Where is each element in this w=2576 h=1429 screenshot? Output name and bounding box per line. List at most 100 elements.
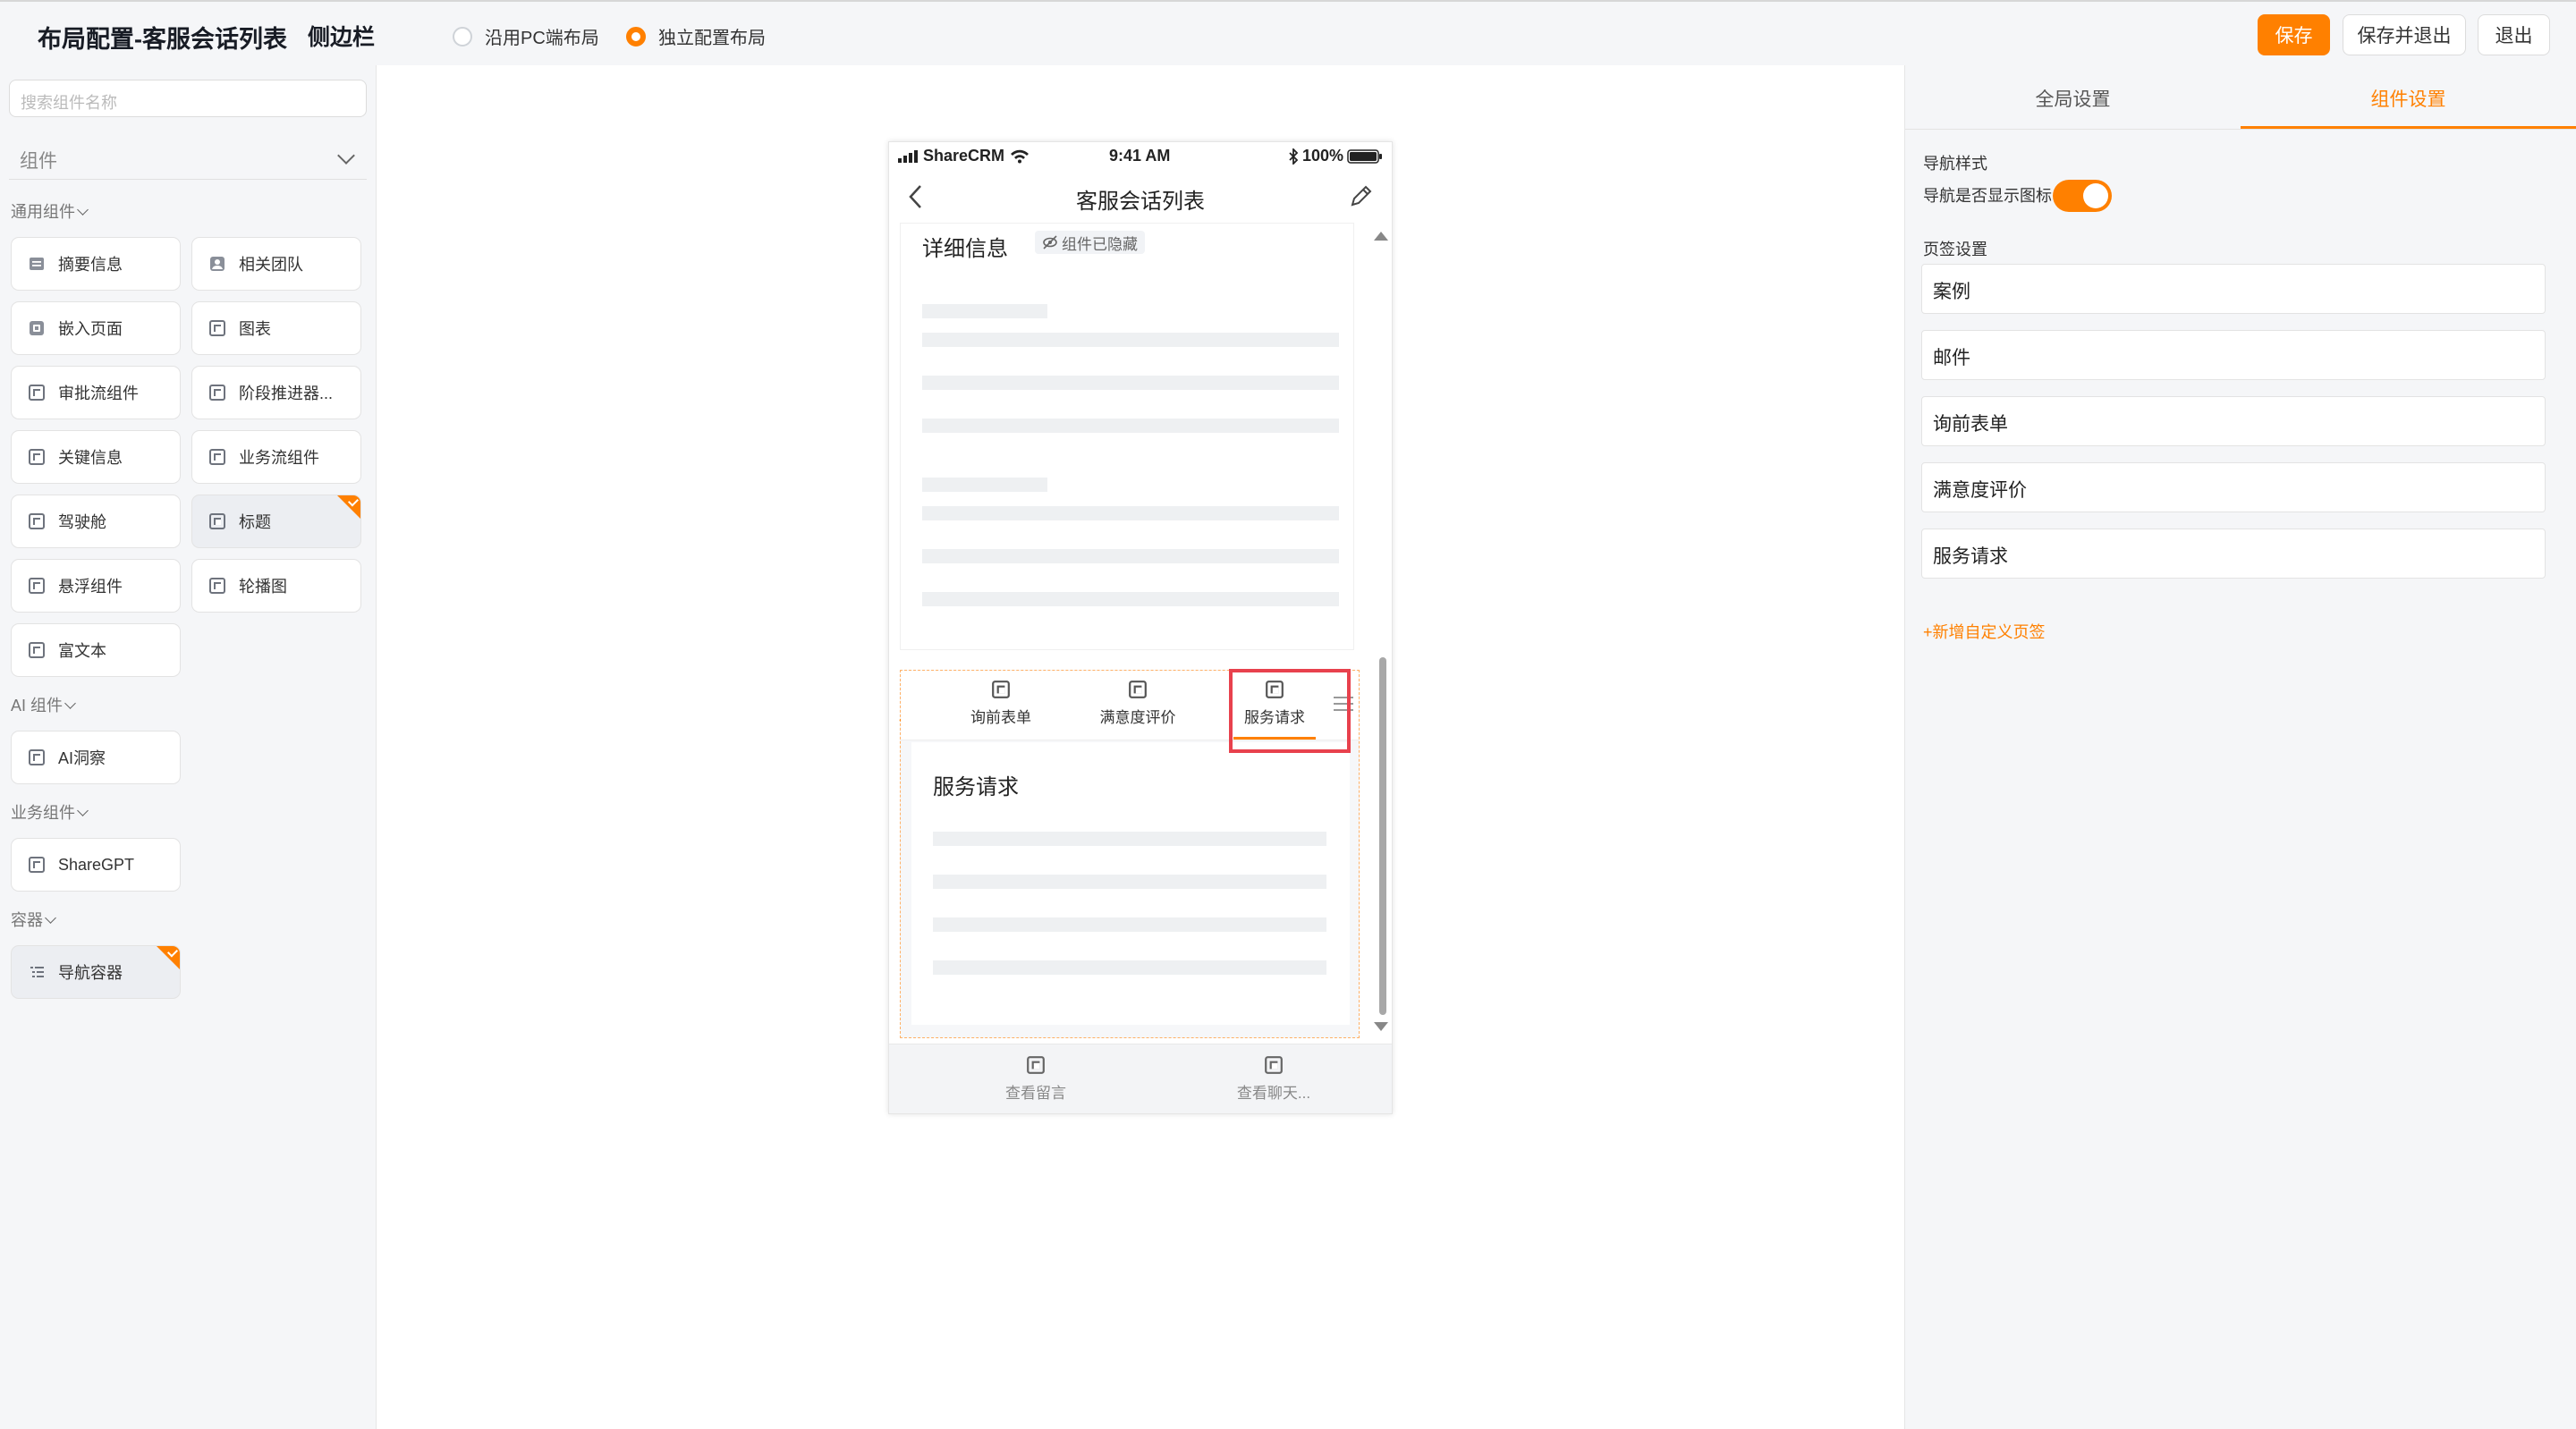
component-label: 摘要信息 — [58, 256, 123, 274]
save-button[interactable]: 保存 — [2258, 14, 2330, 55]
component-icon — [29, 857, 45, 873]
section-title: 详细信息 — [922, 237, 1008, 261]
radio-use-pc-layout[interactable]: 沿用PC端布局 — [453, 23, 599, 49]
component-label: 富文本 — [58, 642, 106, 660]
phone-bottom-bar: 查看留言 查看聊天... — [889, 1044, 1392, 1113]
nav-style-label: 导航样式 — [1923, 155, 1987, 173]
scrollbar-thumb[interactable] — [1379, 657, 1386, 1015]
radio-label: 独立配置布局 — [658, 29, 766, 48]
embed-icon — [30, 321, 44, 335]
component-approval-flow[interactable]: 审批流组件 — [11, 366, 181, 419]
detail-info-section[interactable]: 详细信息 组件已隐藏 — [900, 223, 1354, 650]
group-ai[interactable]: AI 组件 — [11, 693, 76, 716]
status-time: 9:41 AM — [1109, 147, 1171, 165]
skeleton-line — [933, 875, 1326, 889]
add-custom-tab-link[interactable]: +新增自定义页签 — [1923, 620, 2046, 643]
component-floating[interactable]: 悬浮组件 — [11, 559, 181, 613]
exit-button[interactable]: 退出 — [2478, 14, 2550, 55]
component-label: 嵌入页面 — [58, 320, 123, 338]
tab-field-email[interactable]: 邮件 — [1921, 330, 2546, 380]
tab-component-settings[interactable]: 组件设置 — [2241, 85, 2576, 129]
component-icon — [209, 578, 225, 594]
component-business-flow[interactable]: 业务流组件 — [191, 430, 361, 484]
added-check-icon — [157, 946, 180, 969]
radio-independent-layout[interactable]: 独立配置布局 — [626, 23, 766, 49]
component-ai-insight[interactable]: AI洞察 — [11, 731, 181, 784]
tab-pre-chat-form[interactable]: 询前表单 — [947, 680, 1055, 727]
component-label: 阶段推进器... — [239, 385, 334, 402]
component-label: 图表 — [239, 320, 271, 338]
tab-global-settings[interactable]: 全局设置 — [1905, 85, 2241, 112]
component-icon — [1265, 1056, 1283, 1074]
added-check-icon — [337, 495, 360, 519]
component-rich-text[interactable]: 富文本 — [11, 623, 181, 677]
chevron-down-icon — [45, 912, 56, 924]
bottom-button-label: 查看聊天... — [1236, 1085, 1311, 1102]
skeleton-line — [933, 960, 1326, 975]
skeleton-line — [922, 304, 1047, 318]
component-chart[interactable]: 图表 — [191, 301, 361, 355]
tab-panel: 服务请求 — [911, 742, 1350, 1025]
tab-satisfaction[interactable]: 满意度评价 — [1084, 680, 1191, 727]
skeleton-line — [933, 917, 1326, 932]
tab-field-case[interactable]: 案例 — [1921, 264, 2546, 314]
wifi-icon — [1011, 149, 1030, 163]
category-select[interactable]: 组件 — [9, 135, 367, 180]
component-key-info[interactable]: 关键信息 — [11, 430, 181, 484]
eye-hidden-icon — [1043, 235, 1057, 249]
radio-checked-icon — [626, 26, 646, 47]
component-label: 审批流组件 — [58, 385, 139, 402]
tab-label: 满意度评价 — [1099, 709, 1176, 726]
component-summary-info[interactable]: 摘要信息 — [11, 237, 181, 291]
tab-settings-label: 页签设置 — [1923, 241, 1987, 258]
phone-page-title: 客服会话列表 — [1076, 190, 1205, 214]
bottom-button-label: 查看留言 — [1005, 1085, 1066, 1102]
component-nav-container[interactable]: 导航容器 — [11, 945, 181, 999]
component-icon — [209, 320, 225, 336]
skeleton-line — [922, 592, 1339, 606]
show-icon-toggle[interactable] — [2053, 180, 2112, 212]
component-icon — [209, 385, 225, 401]
component-sharegpt[interactable]: ShareGPT — [11, 838, 181, 892]
component-embed-page[interactable]: 嵌入页面 — [11, 301, 181, 355]
tab-field-service-request[interactable]: 服务请求 — [1921, 528, 2546, 579]
group-business[interactable]: 业务组件 — [11, 800, 89, 824]
chevron-down-icon — [77, 204, 89, 216]
component-icon — [29, 449, 45, 465]
component-related-team[interactable]: 相关团队 — [191, 237, 361, 291]
scroll-down-arrow-icon[interactable] — [1374, 1022, 1388, 1031]
component-label: 导航容器 — [58, 964, 123, 982]
component-icon — [209, 513, 225, 529]
view-messages-button[interactable]: 查看留言 — [946, 1055, 1125, 1103]
tab-field-pre-chat-form[interactable]: 询前表单 — [1921, 396, 2546, 446]
battery: 100% — [1288, 147, 1383, 165]
save-and-exit-button[interactable]: 保存并退出 — [2343, 14, 2466, 55]
group-container[interactable]: 容器 — [11, 908, 56, 931]
scroll-up-arrow-icon[interactable] — [1374, 232, 1388, 241]
component-heading[interactable]: 标题 — [191, 495, 361, 548]
component-cockpit[interactable]: 驾驶舱 — [11, 495, 181, 548]
search-input[interactable]: 搜索组件名称 — [9, 80, 367, 117]
tab-field-satisfaction[interactable]: 满意度评价 — [1921, 462, 2546, 512]
skeleton-line — [922, 506, 1339, 520]
skeleton-line — [922, 376, 1339, 390]
team-icon — [210, 257, 225, 271]
component-stage-advancer[interactable]: 阶段推进器... — [191, 366, 361, 419]
group-label: AI 组件 — [11, 697, 64, 714]
phone-preview: ShareCRM 9:41 AM 100% 客服会话列表 详细信息 组件已隐藏 — [888, 141, 1393, 1114]
edit-pencil-icon[interactable] — [1349, 183, 1374, 208]
show-icon-label: 导航是否显示图标 — [1923, 187, 2052, 205]
hidden-badge: 组件已隐藏 — [1035, 231, 1145, 254]
list-icon — [30, 258, 44, 270]
component-icon — [1027, 1056, 1045, 1074]
component-label: 相关团队 — [239, 256, 303, 274]
component-carousel[interactable]: 轮播图 — [191, 559, 361, 613]
chevron-down-icon — [64, 698, 76, 709]
radio-unchecked-icon — [453, 26, 472, 47]
skeleton-line — [933, 832, 1326, 846]
signal-icon — [898, 149, 918, 163]
group-common[interactable]: 通用组件 — [11, 199, 89, 223]
component-icon — [29, 749, 45, 765]
view-chat-button[interactable]: 查看聊天... — [1184, 1055, 1363, 1103]
component-label: ShareGPT — [58, 855, 135, 874]
